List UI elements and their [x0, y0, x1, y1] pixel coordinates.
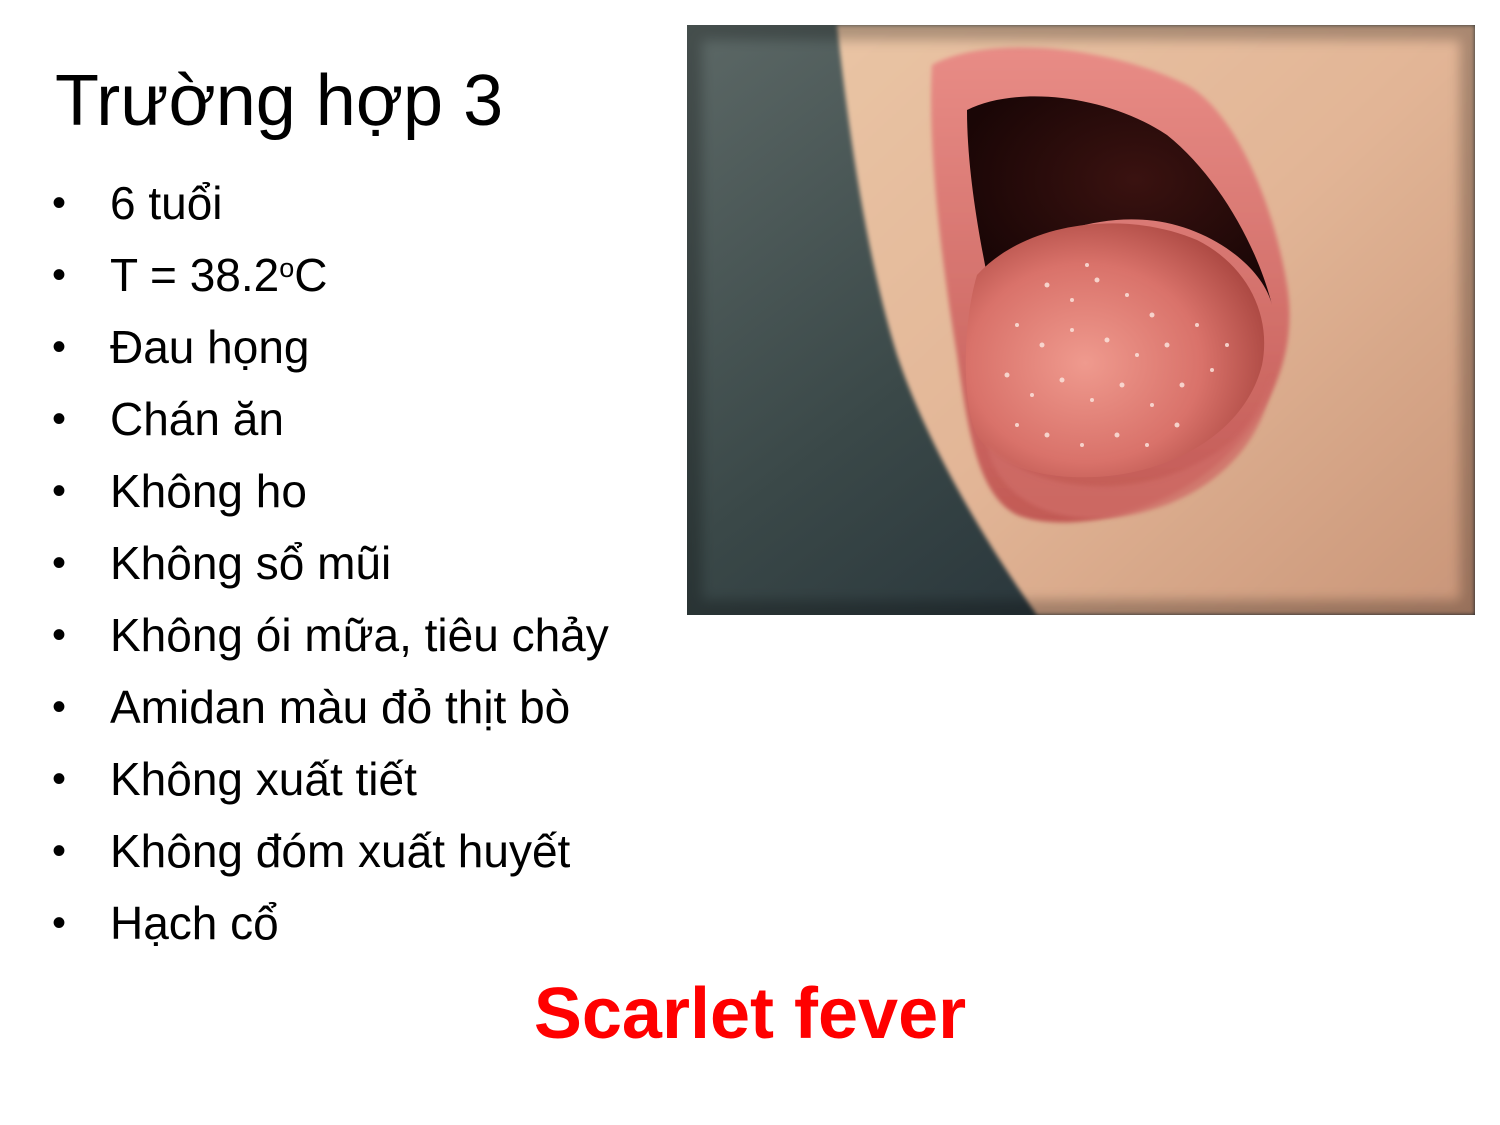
bullet-marker: • — [52, 829, 67, 873]
bullet-text: Hạch cổ — [110, 897, 279, 949]
bullet-text: Không sổ mũi — [110, 537, 392, 589]
bullet-text: Đau họng — [110, 321, 310, 373]
temperature-text: T = 38.2oC — [110, 247, 328, 303]
temperature-value: T = 38.2 — [110, 249, 280, 301]
bullet-marker: • — [52, 541, 67, 585]
bullet-text: Không xuất tiết — [110, 753, 417, 805]
bullet-marker: • — [52, 181, 67, 225]
slide-title: Trường hợp 3 — [55, 61, 504, 141]
bullet-text: 6 tuổi — [110, 177, 223, 229]
bullet-text: Không ho — [110, 465, 307, 517]
bullet-marker: • — [52, 613, 67, 657]
bullet-marker: • — [52, 757, 67, 801]
bullet-marker: • — [52, 685, 67, 729]
temperature-unit: C — [294, 249, 328, 301]
bullet-text: Chán ăn — [110, 393, 284, 445]
bullet-marker: • — [52, 901, 67, 945]
bullet-text: Không đóm xuất huyết — [110, 825, 571, 877]
bullet-marker: • — [52, 325, 67, 369]
bullet-marker: • — [52, 253, 67, 297]
diagnosis-label: Scarlet fever — [533, 974, 967, 1054]
bullet-marker: • — [52, 397, 67, 441]
degree-superscript: o — [279, 253, 295, 283]
bullet-text: Không ói mữa, tiêu chảy — [110, 609, 609, 661]
strawberry-tongue-photo — [687, 25, 1475, 615]
bullet-text: Amidan màu đỏ thịt bò — [110, 681, 571, 733]
bullet-marker: • — [52, 469, 67, 513]
